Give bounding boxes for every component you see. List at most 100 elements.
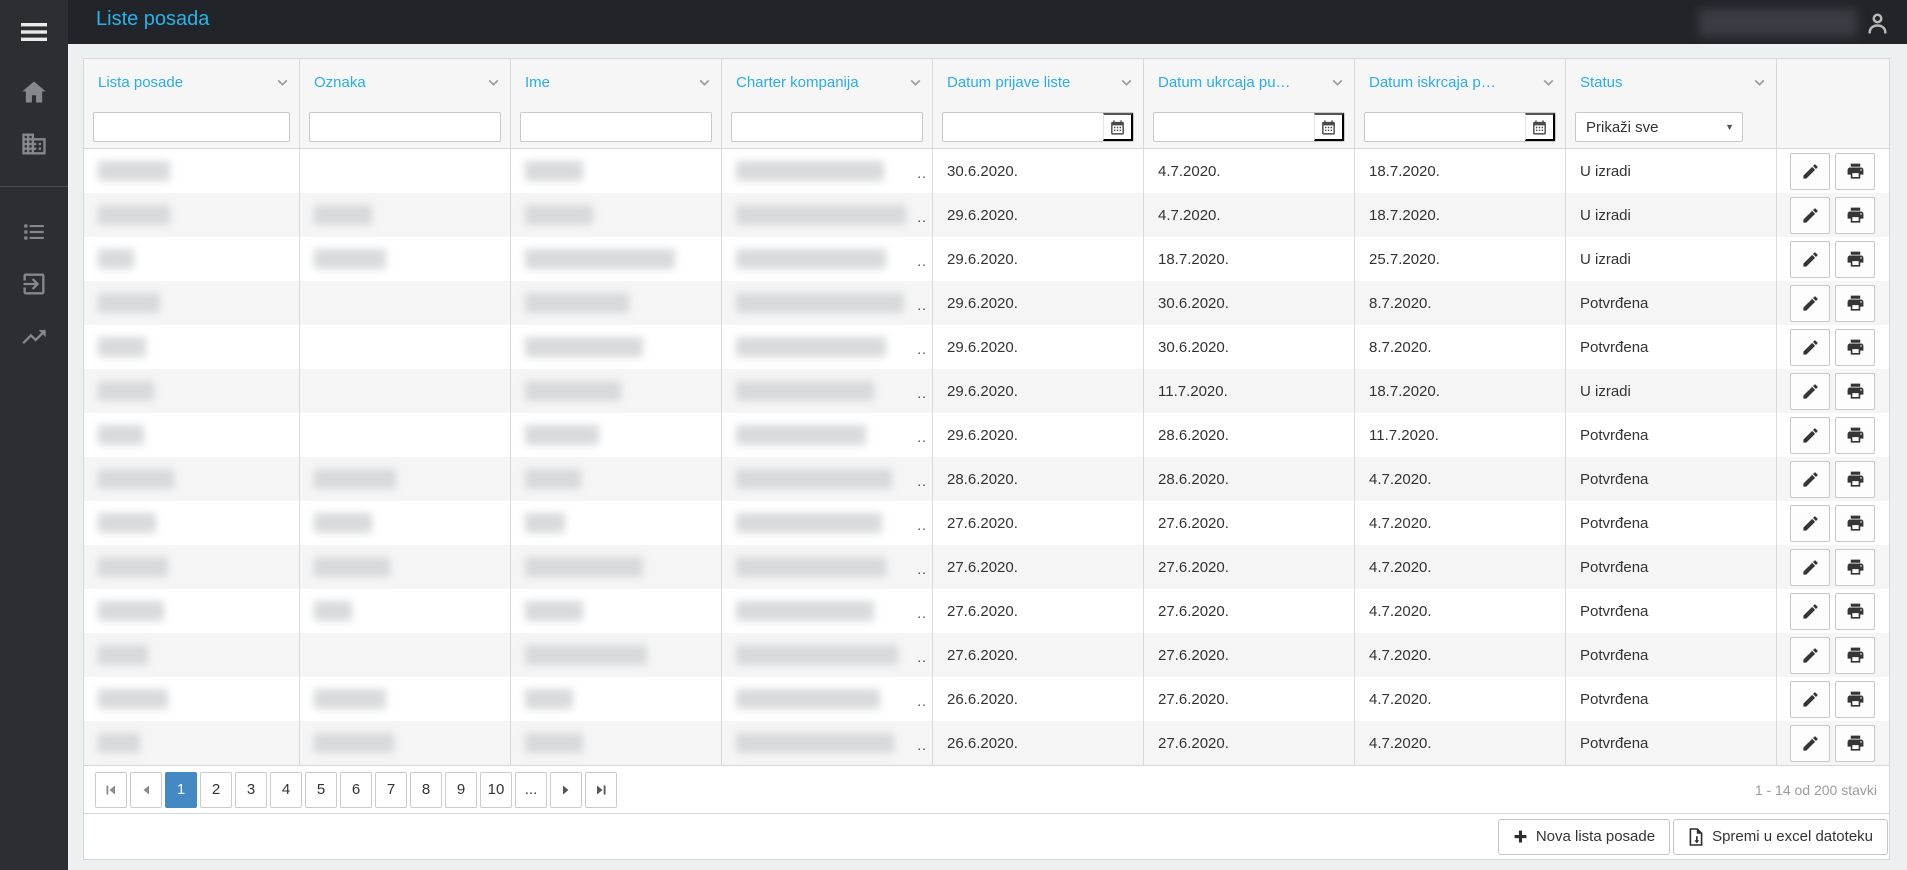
print-row-button[interactable]	[1835, 548, 1875, 586]
pager-next-button[interactable]	[550, 771, 582, 808]
pager-page-button[interactable]: 9	[445, 771, 477, 808]
column-menu-button[interactable]	[273, 73, 291, 91]
column-menu-button[interactable]	[695, 73, 713, 91]
pager-page-button[interactable]: 6	[340, 771, 372, 808]
sidebar-item-companies[interactable]	[0, 118, 68, 170]
print-row-button[interactable]	[1835, 152, 1875, 190]
edit-row-button[interactable]	[1790, 284, 1830, 322]
cell-datum-ukrcaja: 27.6.2020.	[1144, 545, 1355, 589]
pager-last-button[interactable]	[585, 771, 617, 808]
edit-row-button[interactable]	[1790, 724, 1830, 762]
edit-row-button[interactable]	[1790, 460, 1830, 498]
truncation-dots: ..	[917, 385, 927, 401]
cell-lista-posade	[84, 325, 300, 369]
edit-row-button[interactable]	[1790, 372, 1830, 410]
column-menu-button[interactable]	[1328, 73, 1346, 91]
redacted-text	[525, 601, 583, 621]
edit-row-button[interactable]	[1790, 504, 1830, 542]
pager-page-button[interactable]: 10	[480, 771, 512, 808]
column-menu-button[interactable]	[484, 73, 502, 91]
calendar-icon	[1322, 119, 1335, 135]
cell-charter-kompanija: ..	[722, 149, 933, 193]
pager-first-button[interactable]	[95, 771, 127, 808]
export-excel-button[interactable]: Spremi u excel datoteku	[1673, 818, 1888, 855]
cell-datum-prijave: 27.6.2020.	[933, 589, 1144, 633]
redacted-text	[314, 249, 386, 269]
filter-date-ukrcaja-input[interactable]	[1154, 113, 1314, 141]
cell-actions	[1777, 721, 1889, 765]
print-row-button[interactable]	[1835, 240, 1875, 278]
chevron-down-icon	[699, 79, 709, 86]
next-page-icon	[563, 785, 569, 794]
pager-prev-button[interactable]	[130, 771, 162, 808]
table-row: .. 29.6.2020. 30.6.2020. 8.7.2020. Potvr…	[84, 281, 1889, 325]
pager-page-button[interactable]: 4	[270, 771, 302, 808]
status-filter-value: Prikaži sve	[1586, 118, 1659, 136]
column-header-status: Status	[1566, 59, 1777, 105]
print-row-button[interactable]	[1835, 724, 1875, 762]
redacted-text	[98, 205, 170, 225]
filter-cell-charter	[722, 105, 933, 149]
edit-row-button[interactable]	[1790, 636, 1830, 674]
edit-row-button[interactable]	[1790, 416, 1830, 454]
column-menu-button[interactable]	[906, 73, 924, 91]
cell-actions	[1777, 589, 1889, 633]
print-row-button[interactable]	[1835, 372, 1875, 410]
print-row-button[interactable]	[1835, 460, 1875, 498]
print-row-button[interactable]	[1835, 416, 1875, 454]
cell-datum-ukrcaja: 27.6.2020.	[1144, 633, 1355, 677]
user-menu-button[interactable]	[1861, 9, 1893, 37]
edit-row-button[interactable]	[1790, 680, 1830, 718]
filter-date-prijave-input[interactable]	[943, 113, 1103, 141]
print-row-button[interactable]	[1835, 196, 1875, 234]
edit-row-button[interactable]	[1790, 592, 1830, 630]
printer-icon	[1847, 691, 1863, 707]
sidebar-item-lists[interactable]	[0, 206, 68, 258]
table-row: .. 29.6.2020. 11.7.2020. 18.7.2020. U iz…	[84, 369, 1889, 413]
sidebar-item-statistics[interactable]	[0, 311, 68, 363]
print-row-button[interactable]	[1835, 504, 1875, 542]
column-menu-button[interactable]	[1117, 73, 1135, 91]
menu-button[interactable]	[0, 6, 68, 58]
filter-input-lista-posade[interactable]	[93, 112, 290, 142]
pager-page-button[interactable]: 8	[410, 771, 442, 808]
pager-page-button[interactable]: 1	[165, 771, 197, 808]
edit-row-button[interactable]	[1790, 328, 1830, 366]
edit-row-button[interactable]	[1790, 548, 1830, 586]
column-label: Datum prijave liste	[947, 73, 1071, 91]
printer-icon	[1847, 647, 1863, 663]
edit-row-button[interactable]	[1790, 196, 1830, 234]
new-crew-list-button[interactable]: Nova lista posade	[1497, 818, 1671, 855]
pager-page-button[interactable]: 7	[375, 771, 407, 808]
sidebar-item-exit[interactable]	[0, 258, 68, 310]
datepicker-button[interactable]	[1525, 113, 1555, 141]
redacted-text	[736, 645, 898, 665]
edit-row-button[interactable]	[1790, 152, 1830, 190]
redacted-text	[98, 645, 148, 665]
cell-status: Potvrđena	[1566, 413, 1777, 457]
datepicker-button[interactable]	[1314, 113, 1344, 141]
print-row-button[interactable]	[1835, 284, 1875, 322]
print-row-button[interactable]	[1835, 680, 1875, 718]
edit-row-button[interactable]	[1790, 240, 1830, 278]
pager-page-button[interactable]: 5	[305, 771, 337, 808]
redacted-text	[314, 513, 372, 533]
filter-date-iskrcaja-input[interactable]	[1365, 113, 1525, 141]
filter-input-ime[interactable]	[520, 112, 712, 142]
cell-ime	[511, 149, 722, 193]
print-row-button[interactable]	[1835, 328, 1875, 366]
column-menu-button[interactable]	[1750, 73, 1768, 91]
printer-icon	[1847, 163, 1863, 179]
pager-page-button[interactable]: 2	[200, 771, 232, 808]
sidebar-item-home[interactable]	[0, 66, 68, 118]
cell-oznaka	[300, 281, 511, 325]
pager-page-button[interactable]: 3	[235, 771, 267, 808]
status-filter-dropdown[interactable]: Prikaži sve ▼	[1575, 112, 1743, 142]
datepicker-button[interactable]	[1103, 113, 1133, 141]
filter-input-oznaka[interactable]	[309, 112, 501, 142]
print-row-button[interactable]	[1835, 636, 1875, 674]
column-menu-button[interactable]	[1539, 73, 1557, 91]
print-row-button[interactable]	[1835, 592, 1875, 630]
pager-more-button[interactable]: ...	[515, 771, 547, 808]
filter-input-charter[interactable]	[731, 112, 923, 142]
